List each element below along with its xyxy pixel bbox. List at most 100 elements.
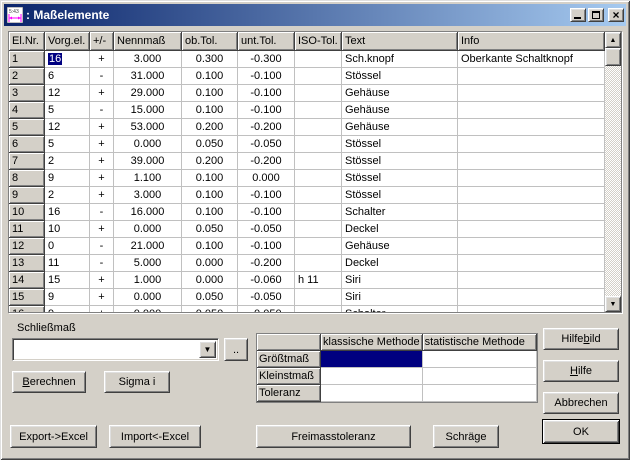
freimasstoleranz-button[interactable]: Freimasstoleranz (256, 425, 411, 448)
scrollbar-up-button[interactable]: ▲ (605, 32, 621, 48)
grid-cell-info[interactable] (458, 153, 605, 170)
grid-cell-iso[interactable] (295, 255, 342, 272)
berechnen-button[interactable]: Berechnen (12, 371, 86, 393)
row-header-cell[interactable]: 6 (9, 136, 45, 153)
minimize-button[interactable] (570, 8, 586, 22)
grid-cell-info[interactable] (458, 204, 605, 221)
grid-cell-vorg[interactable]: 9 (45, 289, 90, 306)
grid-cell-unt[interactable]: -0.050 (238, 306, 295, 313)
row-header-cell[interactable]: 2 (9, 68, 45, 85)
row-header-cell[interactable]: 10 (9, 204, 45, 221)
grid-cell-text[interactable]: Stössel (342, 170, 458, 187)
grid-cell-unt[interactable]: -0.100 (238, 102, 295, 119)
schliessmass-combobox[interactable]: ▼ (12, 338, 219, 361)
grid-cell-info[interactable]: Oberkante Schaltknopf (458, 51, 605, 68)
row-header-cell[interactable]: 14 (9, 272, 45, 289)
grid-cell-ob[interactable]: 0.050 (182, 289, 238, 306)
grid-cell-pm[interactable]: + (90, 119, 114, 136)
grid-cell-vorg[interactable]: 16 (45, 51, 90, 68)
grid-cell-ob[interactable]: 0.100 (182, 170, 238, 187)
grid-cell-pm[interactable]: + (90, 306, 114, 313)
grid-cell-vorg[interactable]: 2 (45, 153, 90, 170)
grid-cell-vorg[interactable]: 15 (45, 272, 90, 289)
row-header-cell[interactable]: 8 (9, 170, 45, 187)
grid-cell-unt[interactable]: -0.050 (238, 289, 295, 306)
grid-cell-iso[interactable] (295, 204, 342, 221)
row-header-cell[interactable]: 5 (9, 119, 45, 136)
grid-cell-vorg[interactable]: 12 (45, 85, 90, 102)
grid-cell-pm[interactable]: - (90, 102, 114, 119)
grid-cell-ob[interactable]: 0.050 (182, 221, 238, 238)
scrollbar-down-button[interactable]: ▼ (605, 296, 621, 312)
grid-cell-ob[interactable]: 0.100 (182, 204, 238, 221)
grid-cell-vorg[interactable]: 16 (45, 204, 90, 221)
grid-cell-text[interactable]: Stössel (342, 187, 458, 204)
row-header-cell[interactable]: 7 (9, 153, 45, 170)
grid-cell-ob[interactable]: 0.100 (182, 85, 238, 102)
row-header-cell[interactable]: 13 (9, 255, 45, 272)
maximize-button[interactable] (588, 8, 604, 22)
grid-cell-nenn[interactable]: 16.000 (114, 204, 182, 221)
grid-cell-nenn[interactable]: 1.100 (114, 170, 182, 187)
grid-cell-pm[interactable]: + (90, 221, 114, 238)
ok-button[interactable]: OK (542, 419, 620, 444)
grid-cell-vorg[interactable]: 9 (45, 306, 90, 313)
grid-cell-unt[interactable]: -0.300 (238, 51, 295, 68)
row-header-cell[interactable]: 3 (9, 85, 45, 102)
grid-cell-info[interactable] (458, 306, 605, 313)
grid-cell-pm[interactable]: - (90, 204, 114, 221)
grid-cell-nenn[interactable]: 3.000 (114, 187, 182, 204)
grid-cell-ob[interactable]: 0.200 (182, 119, 238, 136)
grid-cell-nenn[interactable]: 1.000 (114, 272, 182, 289)
grid-cell-ob[interactable]: 0.050 (182, 136, 238, 153)
row-header-cell[interactable]: 16 (9, 306, 45, 313)
grid-cell-unt[interactable]: -0.050 (238, 221, 295, 238)
grid-cell-info[interactable] (458, 289, 605, 306)
grid-cell-vorg[interactable]: 10 (45, 221, 90, 238)
grid-cell-vorg[interactable]: 6 (45, 68, 90, 85)
grid-cell-unt[interactable]: -0.200 (238, 153, 295, 170)
grid-cell-iso[interactable] (295, 153, 342, 170)
grid-cell-pm[interactable]: + (90, 85, 114, 102)
grid-cell-iso[interactable] (295, 289, 342, 306)
grid-cell-text[interactable]: Sch.knopf (342, 51, 458, 68)
sigma-i-button[interactable]: Sigma i (104, 371, 170, 393)
grid-cell-iso[interactable] (295, 68, 342, 85)
grid-cell-info[interactable] (458, 102, 605, 119)
grid-cell-pm[interactable]: + (90, 187, 114, 204)
grid-cell-unt[interactable]: -0.100 (238, 204, 295, 221)
grid-cell-iso[interactable] (295, 170, 342, 187)
grid-cell-unt[interactable]: -0.200 (238, 119, 295, 136)
grid-cell-text[interactable]: Gehäuse (342, 85, 458, 102)
grid-cell-nenn[interactable]: 15.000 (114, 102, 182, 119)
grid-cell-info[interactable] (458, 85, 605, 102)
grid-cell-pm[interactable]: + (90, 289, 114, 306)
export-excel-button[interactable]: Export->Excel (10, 425, 97, 448)
grid-cell-info[interactable] (458, 119, 605, 136)
grid-cell-iso[interactable] (295, 51, 342, 68)
row-header-cell[interactable]: 15 (9, 289, 45, 306)
browse-button[interactable]: .. (224, 338, 248, 361)
close-button[interactable]: × (608, 8, 624, 22)
grid-cell-pm[interactable]: - (90, 255, 114, 272)
import-excel-button[interactable]: Import<-Excel (109, 425, 201, 448)
grid-cell-nenn[interactable]: 0.000 (114, 136, 182, 153)
schraege-button[interactable]: Schräge (433, 425, 499, 448)
grid-cell-iso[interactable] (295, 102, 342, 119)
grid-cell-nenn[interactable]: 5.000 (114, 255, 182, 272)
grid-cell-info[interactable] (458, 255, 605, 272)
grid-cell-text[interactable]: Gehäuse (342, 119, 458, 136)
grid-cell-info[interactable] (458, 170, 605, 187)
grid-cell-text[interactable]: Gehäuse (342, 238, 458, 255)
hilfebild-button[interactable]: Hilfebild (543, 328, 619, 350)
grid-cell-pm[interactable]: + (90, 136, 114, 153)
grid-cell-iso[interactable] (295, 85, 342, 102)
grid-cell-text[interactable]: Stössel (342, 136, 458, 153)
grid-cell-ob[interactable]: 0.200 (182, 153, 238, 170)
vertical-scrollbar[interactable]: ▲ ▼ (605, 32, 621, 312)
method-cell[interactable] (423, 351, 537, 368)
grid-cell-unt[interactable]: -0.100 (238, 187, 295, 204)
method-cell[interactable] (321, 385, 423, 402)
grid-cell-ob[interactable]: 0.000 (182, 272, 238, 289)
grid-cell-text[interactable]: Gehäuse (342, 102, 458, 119)
